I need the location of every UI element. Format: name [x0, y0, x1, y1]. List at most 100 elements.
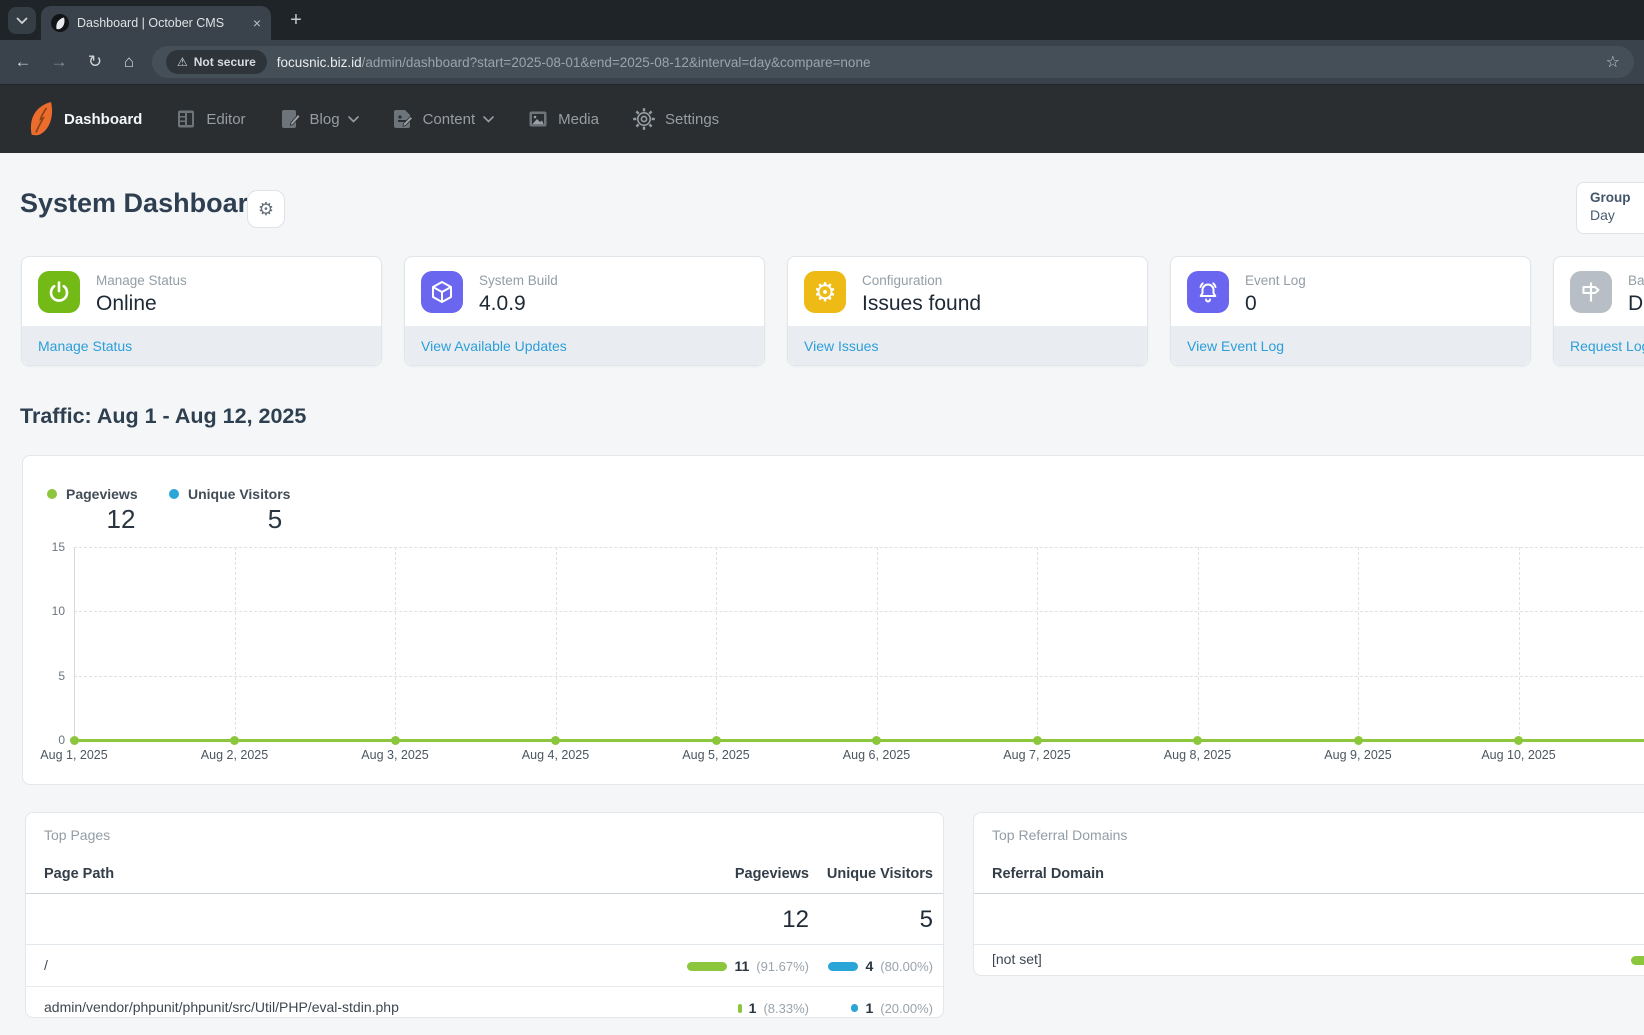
legend-unique-visitors[interactable]: Unique Visitors — [169, 486, 290, 502]
card-configuration: ⚙ Configuration Issues found View Issues — [787, 256, 1148, 366]
top-referrals-panel: Top Referral Domains Referral Domain [no… — [973, 812, 1644, 976]
group-value: Day — [1590, 207, 1631, 223]
group-dropdown[interactable]: Group Day — [1577, 183, 1644, 233]
interval-controls[interactable]: Group Day C D — [1576, 182, 1644, 234]
col-page-path: Page Path — [44, 866, 114, 882]
not-secure-label: Not secure — [194, 55, 256, 69]
pv-count: 11 — [734, 958, 749, 974]
legend-pageviews[interactable]: Pageviews — [47, 486, 138, 502]
uv-pct: (80.00%) — [880, 959, 933, 974]
pageviews-point — [712, 736, 721, 745]
x-axis-tick-label: Aug 8, 2025 — [1143, 748, 1253, 762]
manage-status-link[interactable]: Manage Status — [38, 338, 132, 354]
card-footer: Request Log — [1554, 326, 1644, 365]
not-secure-badge[interactable]: ⚠ Not secure — [166, 50, 267, 74]
nav-content-label: Content — [423, 111, 476, 128]
request-log-link[interactable]: Request Log — [1570, 338, 1644, 354]
nav-item-editor[interactable]: Editor — [174, 107, 245, 131]
tab-search-chevron-button[interactable] — [8, 7, 36, 34]
group-label: Group — [1590, 190, 1631, 205]
unique-visitors-dot-icon — [169, 489, 179, 499]
october-logo-icon — [28, 101, 54, 137]
card-label: Event Log — [1245, 273, 1306, 288]
green-bar — [738, 1004, 742, 1013]
url-host: focusnic.biz.id — [277, 55, 362, 70]
unique-cell: 4 (80.00%) — [828, 945, 933, 987]
nav-settings-label: Settings — [665, 111, 719, 128]
tab-title: Dashboard | October CMS — [77, 16, 245, 30]
settings-gear-icon — [631, 106, 657, 132]
total-pageviews: 12 — [782, 906, 809, 934]
pageviews-point — [1193, 736, 1202, 745]
x-axis-tick-label: Aug 3, 2025 — [340, 748, 450, 762]
total-unique: 5 — [920, 906, 933, 934]
card-label: Configuration — [862, 273, 942, 288]
card-system-build: System Build 4.0.9 View Available Update… — [404, 256, 765, 366]
pageviews-line — [72, 739, 1644, 742]
v-gridline — [1358, 547, 1359, 740]
nav-item-dashboard[interactable]: Dashboard — [64, 111, 142, 128]
pageviews-total: 12 — [91, 504, 151, 535]
blog-icon — [278, 107, 302, 131]
col-pageviews: Pageviews — [735, 866, 809, 882]
unique-visitors-total: 5 — [245, 504, 305, 535]
traffic-heading: Traffic: Aug 1 - Aug 12, 2025 — [20, 404, 306, 429]
media-icon — [526, 107, 550, 131]
top-referrals-title: Top Referral Domains — [992, 827, 1127, 843]
view-event-log-link[interactable]: View Event Log — [1187, 338, 1284, 354]
v-gridline — [877, 547, 878, 740]
y-axis-line — [74, 547, 75, 740]
bookmark-star-icon[interactable]: ☆ — [1606, 52, 1620, 72]
v-gridline — [716, 547, 717, 740]
green-bar — [1631, 956, 1644, 965]
pv-pct: (91.67%) — [756, 959, 809, 974]
v-gridline — [235, 547, 236, 740]
green-bar — [687, 962, 727, 971]
content-icon — [391, 107, 415, 131]
pageviews-cell: 11 (91.67%) — [687, 945, 809, 987]
blue-bar — [828, 962, 858, 971]
forward-icon[interactable]: → — [44, 40, 74, 84]
home-icon[interactable]: ⌂ — [114, 40, 144, 84]
dashboard-settings-button[interactable]: ⚙ — [247, 190, 285, 228]
address-bar[interactable]: ⚠ Not secure focusnic.biz.id/admin/dashb… — [152, 46, 1634, 78]
table-row[interactable]: / 11 (91.67%) 4 (80.00%) — [26, 945, 943, 987]
back-icon[interactable]: ← — [8, 40, 38, 84]
pageviews-point — [1354, 736, 1363, 745]
reload-icon[interactable]: ↻ — [80, 40, 110, 84]
nav-dashboard-label: Dashboard — [64, 111, 142, 128]
chevron-down-icon — [348, 116, 359, 123]
nav-item-blog[interactable]: Blog — [278, 107, 359, 131]
pageviews-point — [551, 736, 560, 745]
table-row[interactable]: admin/vendor/phpunit/phpunit/src/Util/PH… — [26, 987, 943, 1029]
nav-item-media[interactable]: Media — [526, 107, 599, 131]
view-updates-link[interactable]: View Available Updates — [421, 338, 567, 354]
blue-dot — [851, 1004, 859, 1012]
pageviews-point — [1514, 736, 1523, 745]
y-axis-tick-label: 10 — [29, 604, 65, 618]
table-row[interactable]: [not set] — [974, 945, 1644, 977]
x-axis-tick-label: Aug 10, 2025 — [1464, 748, 1574, 762]
cms-main-nav: Dashboard Editor Blog Content — [0, 85, 1644, 153]
uv-count: 4 — [865, 958, 873, 974]
v-gridline — [556, 547, 557, 740]
nav-item-content[interactable]: Content — [391, 107, 495, 131]
nav-blog-label: Blog — [310, 111, 340, 128]
pageviews-point — [70, 736, 79, 745]
tab-close-icon[interactable]: × — [253, 15, 261, 31]
url-text[interactable]: focusnic.biz.id/admin/dashboard?start=20… — [277, 55, 1598, 70]
uv-count: 1 — [865, 1000, 873, 1016]
page-path: admin/vendor/phpunit/phpunit/src/Util/PH… — [44, 999, 399, 1015]
new-tab-button[interactable]: + — [284, 8, 308, 32]
referral-domain: [not set] — [992, 951, 1042, 967]
v-gridline — [1037, 547, 1038, 740]
x-axis-tick-label: Aug 9, 2025 — [1303, 748, 1413, 762]
legend-pageviews-label: Pageviews — [66, 486, 138, 502]
view-issues-link[interactable]: View Issues — [804, 338, 878, 354]
url-path: /admin/dashboard?start=2025-08-01&end=20… — [362, 55, 871, 70]
tab-strip: Dashboard | October CMS × + — [0, 0, 1644, 40]
pageviews-dot-icon — [47, 489, 57, 499]
page-path: / — [44, 957, 48, 973]
nav-item-settings[interactable]: Settings — [631, 106, 719, 132]
browser-tab[interactable]: Dashboard | October CMS × — [41, 6, 271, 40]
